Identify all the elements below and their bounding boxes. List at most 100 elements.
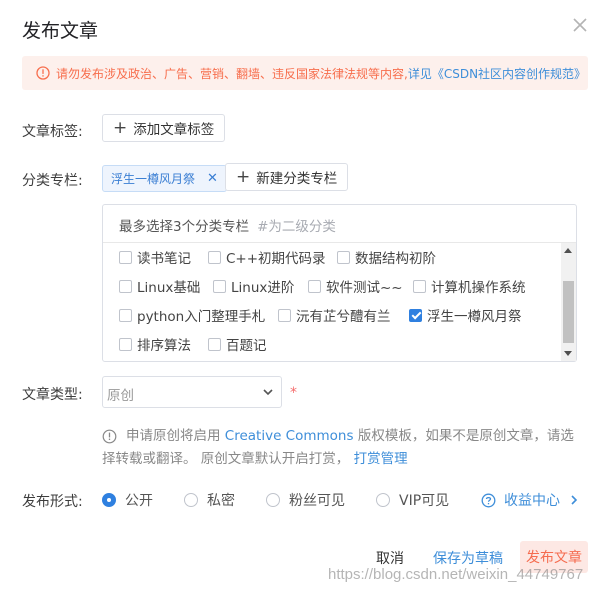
checkbox-label: 沅有芷兮醴有兰	[296, 309, 391, 325]
column-checkbox[interactable]: Linux基础	[119, 276, 200, 296]
radio-fans-only[interactable]: 粉丝可见	[266, 490, 345, 510]
column-checkbox[interactable]: 读书笔记	[119, 247, 191, 267]
checkbox-box[interactable]	[119, 279, 132, 293]
watermark: https://blog.csdn.net/weixin_44749767	[328, 566, 584, 583]
radio-vip-only[interactable]: VIP可见	[376, 490, 449, 510]
radio-label: 私密	[207, 493, 235, 509]
chevron-down-icon	[263, 389, 273, 396]
checkbox-label: 排序算法	[137, 338, 191, 354]
column-list-scrollbar[interactable]	[561, 243, 576, 361]
column-picker-hint: 最多选择3个分类专栏 #为二级分类	[119, 215, 336, 235]
note-text: 版权模板，如果不是原创文章，请选	[357, 428, 574, 444]
tags-label: 文章标签:	[22, 124, 83, 140]
radio-public[interactable]: 公开	[102, 490, 153, 510]
column-checkbox[interactable]: python入门整理手札	[119, 305, 265, 325]
new-column-label: 新建分类专栏	[256, 171, 338, 187]
column-checkbox[interactable]: 排序算法	[119, 334, 191, 354]
note-line-1: 申请原创将启用 Creative Commons 版权模板，如果不是原创文章，请…	[126, 425, 574, 448]
article-type-value: 原创	[107, 388, 134, 404]
checkbox-label: 软件测试~~	[326, 280, 403, 296]
checkbox-box[interactable]	[308, 279, 321, 293]
checkbox-label: 计算机操作系统	[431, 280, 526, 296]
column-checkbox[interactable]: 软件测试~~	[308, 276, 403, 296]
article-type-select[interactable]: 原创	[102, 376, 282, 408]
column-label: 分类专栏:	[22, 173, 83, 189]
info-icon	[102, 429, 117, 444]
reward-management-link[interactable]: 打赏管理	[354, 451, 408, 467]
radio-dot[interactable]	[376, 493, 390, 507]
selected-column-label: 浮生一樽风月祭	[111, 172, 196, 186]
alert-message: 请勿发布涉及政治、广告、营销、翻墙、违反国家法律法规等内容,详见《CSDN社区内…	[56, 65, 586, 82]
article-type-label: 文章类型:	[22, 387, 83, 403]
checkbox-label: python入门整理手札	[137, 309, 266, 325]
column-checkbox[interactable]: 数据结构初阶	[337, 247, 436, 267]
checkbox-box[interactable]	[278, 308, 291, 322]
remove-tag-icon[interactable]: ✕	[207, 171, 218, 186]
revenue-center-link[interactable]: 收益中心	[481, 490, 580, 510]
column-checkbox[interactable]: 计算机操作系统	[413, 276, 526, 296]
checkbox-box[interactable]	[413, 279, 426, 293]
checkbox-box[interactable]	[119, 250, 132, 264]
checkbox-box[interactable]	[119, 308, 132, 322]
scroll-down-icon[interactable]	[564, 351, 572, 356]
note-text: 择转载或翻译。 原创文章默认开启打赏，	[102, 451, 350, 467]
column-checkbox[interactable]: C++初期代码录	[208, 247, 326, 267]
hint-sub: #为二级分类	[257, 219, 336, 235]
close-icon[interactable]	[571, 16, 589, 34]
checkbox-row: Linux基础 Linux进阶 软件测试~~ 计算机操作系统	[103, 276, 561, 298]
note-text: 申请原创将启用	[126, 428, 221, 444]
checkbox-row: 读书笔记 C++初期代码录 数据结构初阶	[103, 247, 561, 269]
checkbox-box-checked[interactable]	[409, 308, 422, 322]
help-icon	[481, 493, 496, 507]
policy-alert: 请勿发布涉及政治、广告、营销、翻墙、违反国家法律法规等内容,详见《CSDN社区内…	[22, 56, 588, 90]
radio-label: 公开	[125, 493, 153, 509]
publish-form-label: 发布形式:	[22, 494, 83, 510]
radio-dot[interactable]	[102, 493, 116, 507]
new-column-button[interactable]: + 新建分类专栏	[225, 163, 349, 191]
checkbox-label: 百题记	[226, 338, 267, 354]
save-draft-button[interactable]: 保存为草稿	[433, 548, 503, 568]
selected-column-tag: 浮生一樽风月祭 ✕	[102, 165, 227, 192]
radio-private[interactable]: 私密	[184, 490, 235, 510]
plus-icon: +	[236, 166, 251, 187]
scroll-up-icon[interactable]	[564, 248, 572, 253]
checkbox-box[interactable]	[208, 337, 221, 351]
alert-text: 请勿发布涉及政治、广告、营销、翻墙、违反国家法律法规等内容,	[56, 67, 408, 81]
content-policy-link[interactable]: 详见《CSDN社区内容创作规范》	[408, 67, 586, 81]
add-tag-label: 添加文章标签	[133, 122, 215, 138]
checkbox-label: Linux基础	[137, 280, 201, 296]
column-picker-panel: 最多选择3个分类专栏 #为二级分类 读书笔记 C++初期代码录 数据结构初阶 Li…	[102, 204, 577, 362]
checkbox-label: 数据结构初阶	[355, 251, 436, 267]
radio-dot[interactable]	[184, 493, 198, 507]
note-line-2: 择转载或翻译。 原创文章默认开启打赏， 打赏管理	[102, 448, 408, 471]
add-tag-button[interactable]: + 添加文章标签	[102, 114, 226, 142]
column-checkbox[interactable]: 沅有芷兮醴有兰	[278, 305, 391, 325]
dialog-title: 发布文章	[22, 20, 99, 42]
checkbox-box[interactable]	[213, 279, 226, 293]
checkbox-label: 读书笔记	[137, 251, 191, 267]
hint-main: 最多选择3个分类专栏	[119, 219, 250, 235]
radio-label: 粉丝可见	[289, 493, 345, 509]
checkbox-label: 浮生一樽风月祭	[427, 309, 522, 325]
column-checkbox-checked[interactable]: 浮生一樽风月祭	[409, 305, 522, 325]
required-mark: *	[290, 385, 297, 401]
revenue-center-label: 收益中心	[504, 493, 560, 509]
cancel-button[interactable]: 取消	[376, 548, 404, 568]
column-checkbox[interactable]: 百题记	[208, 334, 267, 354]
scrollbar-thumb[interactable]	[563, 281, 574, 343]
checkbox-label: C++初期代码录	[226, 251, 326, 267]
checkbox-box[interactable]	[337, 250, 350, 264]
plus-icon: +	[113, 117, 128, 138]
checkbox-box[interactable]	[119, 337, 132, 351]
creative-commons-text: Creative Commons	[224, 428, 354, 444]
checkbox-label: Linux进阶	[231, 280, 295, 296]
warning-icon	[36, 66, 50, 80]
column-checkbox[interactable]: Linux进阶	[213, 276, 294, 296]
column-checkbox-list: 读书笔记 C++初期代码录 数据结构初阶 Linux基础 Linux进阶 软件测…	[103, 243, 561, 361]
radio-label: VIP可见	[399, 493, 450, 509]
checkbox-box[interactable]	[208, 250, 221, 264]
chevron-right-icon	[571, 495, 578, 505]
checkbox-row: python入门整理手札 沅有芷兮醴有兰 浮生一樽风月祭	[103, 305, 561, 327]
radio-dot[interactable]	[266, 493, 280, 507]
checkbox-row: 排序算法 百题记	[103, 334, 561, 356]
